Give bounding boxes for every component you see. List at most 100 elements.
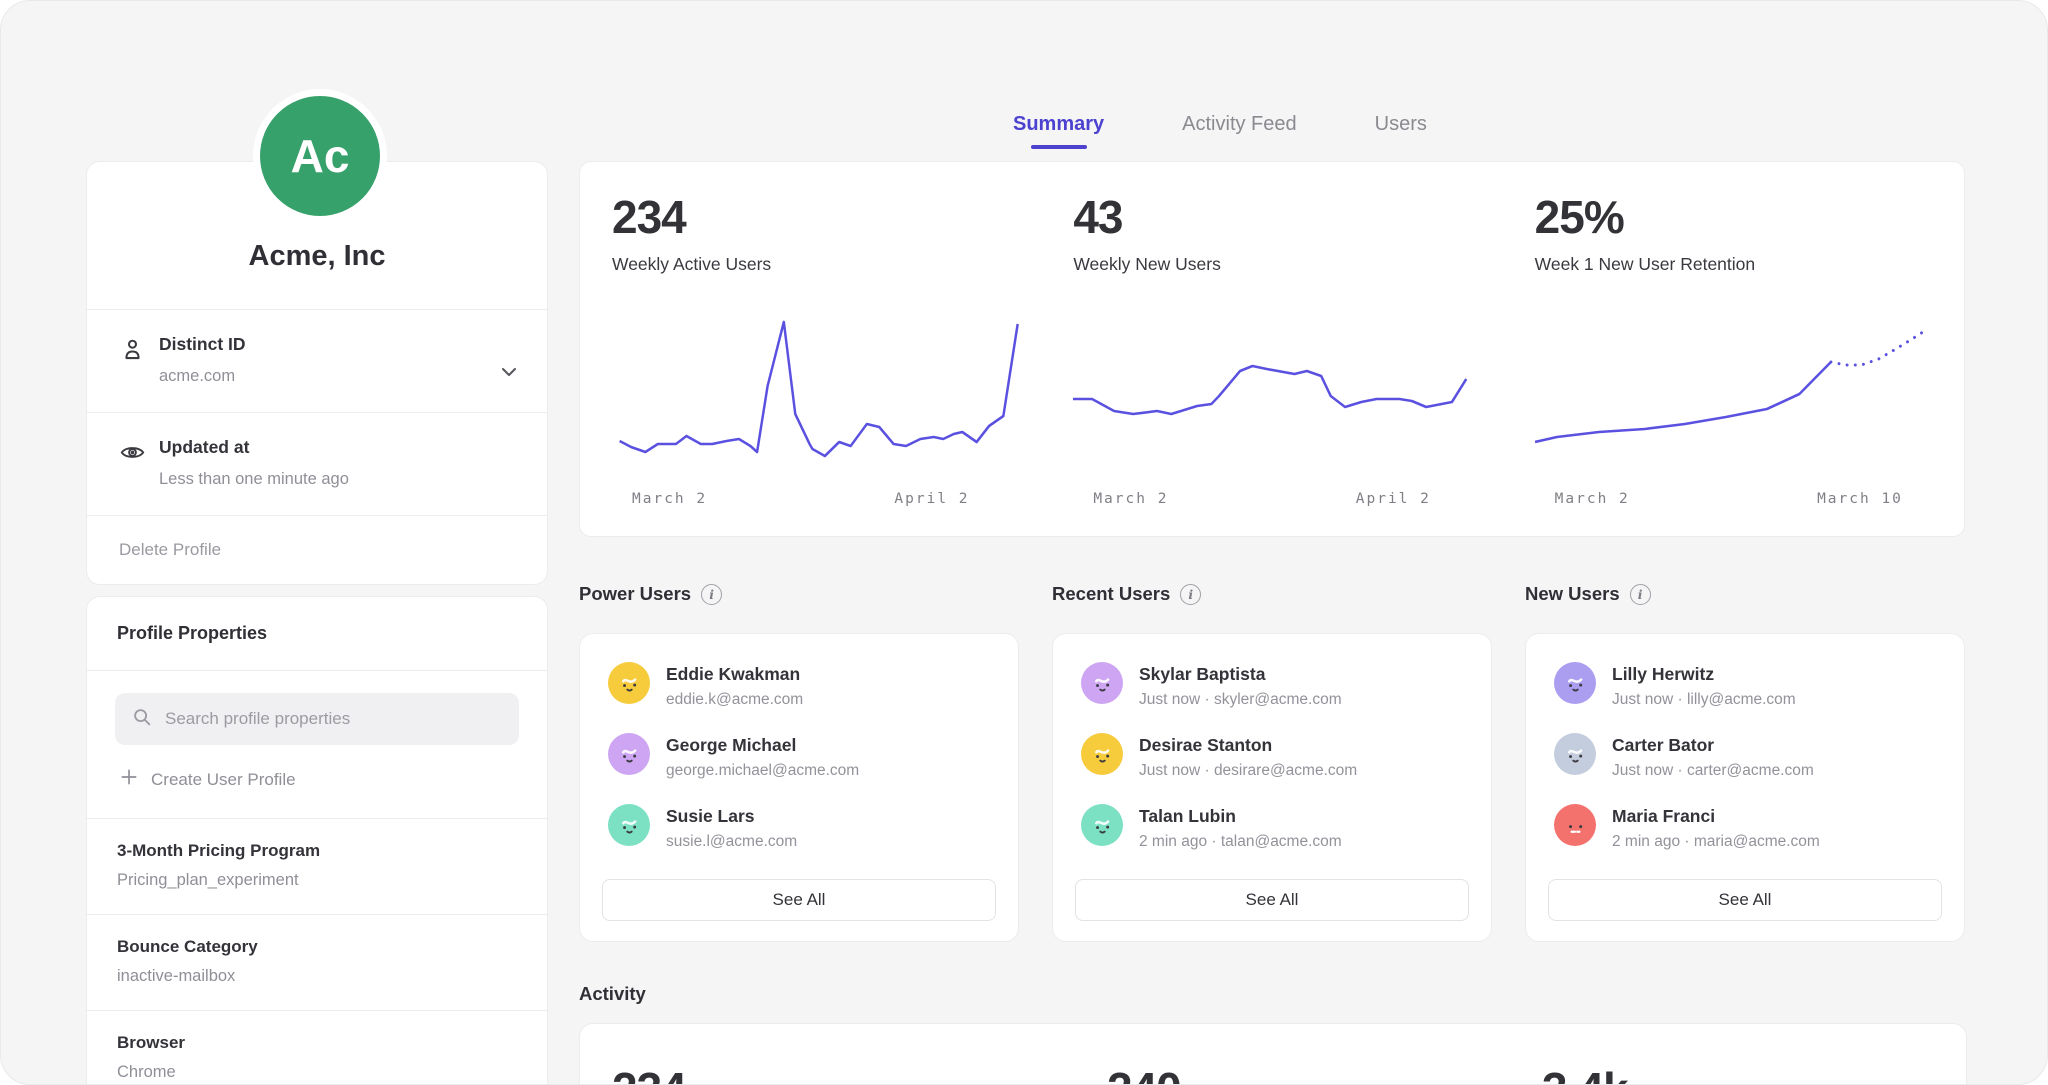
- person-icon: [119, 336, 146, 368]
- info-icon[interactable]: i: [701, 584, 722, 605]
- stat-label: Weekly New Users: [1073, 254, 1488, 275]
- list-item[interactable]: Lilly Herwitz Just now · lilly@acme.com: [1554, 662, 1936, 709]
- new-users-header: New Users i: [1525, 581, 1965, 607]
- recent-users-title: Recent Users: [1052, 583, 1170, 605]
- activity-stat: 234: [612, 1062, 686, 1085]
- stat-value: 43: [1073, 190, 1488, 244]
- activity-title: Activity: [579, 983, 646, 1005]
- new-users-title: New Users: [1525, 583, 1620, 605]
- x-axis: March 2 April 2: [612, 491, 1027, 513]
- list-item[interactable]: Susie Lars susie.l@acme.com: [608, 804, 990, 851]
- profile-properties-card: Profile Properties Create User Profile 3…: [86, 596, 548, 1085]
- avatar: [608, 804, 650, 846]
- create-user-profile-button[interactable]: Create User Profile: [87, 745, 547, 818]
- avatar: [1554, 733, 1596, 775]
- user-name: Desirae Stanton: [1139, 733, 1357, 756]
- x-axis: March 2 March 10: [1535, 491, 1950, 513]
- list-item[interactable]: Talan Lubin 2 min ago · talan@acme.com: [1081, 804, 1463, 851]
- weekly-active-users-chart: [612, 309, 1032, 479]
- field-value: Less than one minute ago: [159, 470, 487, 489]
- stat-week1-retention: 25% Week 1 New User Retention March 2 Ma…: [1503, 162, 1964, 536]
- avatar: [608, 662, 650, 704]
- new-users-card: Lilly Herwitz Just now · lilly@acme.com …: [1525, 633, 1965, 942]
- tab-users[interactable]: Users: [1375, 113, 1427, 149]
- power-users-header: Power Users i: [579, 581, 1019, 607]
- list-item[interactable]: Skylar Baptista Just now · skyler@acme.c…: [1081, 662, 1463, 709]
- search-input[interactable]: [163, 708, 503, 730]
- activity-card: 234 240 3.4k: [579, 1023, 1967, 1085]
- tab-activity-feed[interactable]: Activity Feed: [1182, 113, 1296, 149]
- company-name: Acme, Inc: [87, 240, 547, 309]
- property-label: 3-Month Pricing Program: [117, 841, 517, 861]
- field-distinct-id: Distinct ID acme.com: [87, 310, 547, 412]
- property-row: Bounce Category inactive-mailbox: [87, 915, 547, 1010]
- power-users-title: Power Users: [579, 583, 691, 605]
- chevron-down-icon[interactable]: [497, 360, 521, 389]
- user-subtitle: Just now · skyler@acme.com: [1139, 691, 1342, 709]
- profile-card: Acme, Inc Distinct ID acme.com: [86, 161, 548, 585]
- avatar: [608, 733, 650, 775]
- user-name: Maria Franci: [1612, 804, 1820, 827]
- app-window: Ac Acme, Inc Distinct ID acme.com: [0, 0, 2048, 1085]
- activity-stat: 240: [1107, 1062, 1181, 1085]
- user-name: George Michael: [666, 733, 859, 756]
- list-item[interactable]: Carter Bator Just now · carter@acme.com: [1554, 733, 1936, 780]
- summary-card: 234 Weekly Active Users March 2 April 2 …: [579, 161, 1965, 537]
- x-tick: March 2: [1093, 491, 1168, 507]
- user-lists: Power Users i Eddie Kwakman eddie.k@acme…: [579, 581, 1965, 942]
- stat-weekly-active-users: 234 Weekly Active Users March 2 April 2: [580, 162, 1041, 536]
- info-icon[interactable]: i: [1630, 584, 1651, 605]
- see-all-button[interactable]: See All: [1548, 879, 1942, 921]
- property-value: inactive-mailbox: [117, 967, 517, 986]
- new-users-section: New Users i Lilly Herwitz Just now · lil…: [1525, 581, 1965, 942]
- stat-label: Weekly Active Users: [612, 254, 1027, 275]
- property-label: Browser: [117, 1033, 517, 1053]
- user-subtitle: 2 min ago · maria@acme.com: [1612, 833, 1820, 851]
- x-tick: March 2: [632, 491, 707, 507]
- user-name: Lilly Herwitz: [1612, 662, 1796, 685]
- company-avatar: Ac: [253, 89, 387, 223]
- list-item[interactable]: Eddie Kwakman eddie.k@acme.com: [608, 662, 990, 709]
- property-value: Chrome: [117, 1063, 517, 1082]
- tab-summary[interactable]: Summary: [1013, 113, 1104, 149]
- see-all-button[interactable]: See All: [1075, 879, 1469, 921]
- x-tick: March 2: [1555, 491, 1630, 507]
- avatar: [1554, 662, 1596, 704]
- user-name: Susie Lars: [666, 804, 797, 827]
- recent-users-section: Recent Users i Skylar Baptista Just now …: [1052, 581, 1492, 942]
- user-subtitle: 2 min ago · talan@acme.com: [1139, 833, 1342, 851]
- stat-label: Week 1 New User Retention: [1535, 254, 1950, 275]
- recent-users-card: Skylar Baptista Just now · skyler@acme.c…: [1052, 633, 1492, 942]
- list-item[interactable]: George Michael george.michael@acme.com: [608, 733, 990, 780]
- user-subtitle: eddie.k@acme.com: [666, 691, 803, 709]
- property-row: 3-Month Pricing Program Pricing_plan_exp…: [87, 819, 547, 914]
- x-tick: April 2: [894, 491, 969, 507]
- list-item[interactable]: Maria Franci 2 min ago · maria@acme.com: [1554, 804, 1936, 851]
- user-subtitle: Just now · carter@acme.com: [1612, 762, 1814, 780]
- search-profile-properties[interactable]: [115, 693, 519, 745]
- power-users-section: Power Users i Eddie Kwakman eddie.k@acme…: [579, 581, 1019, 942]
- user-name: Eddie Kwakman: [666, 662, 803, 685]
- x-tick: March 10: [1817, 491, 1903, 507]
- activity-stat: 3.4k: [1542, 1062, 1628, 1085]
- avatar: [1081, 733, 1123, 775]
- user-subtitle: george.michael@acme.com: [666, 762, 859, 780]
- eye-icon: [119, 439, 146, 471]
- see-all-button[interactable]: See All: [602, 879, 996, 921]
- user-name: Skylar Baptista: [1139, 662, 1342, 685]
- recent-users-header: Recent Users i: [1052, 581, 1492, 607]
- avatar: [1081, 662, 1123, 704]
- delete-profile-button[interactable]: Delete Profile: [87, 516, 547, 584]
- property-row: Browser Chrome: [87, 1011, 547, 1085]
- list-item[interactable]: Desirae Stanton Just now · desirare@acme…: [1081, 733, 1463, 780]
- stat-value: 234: [612, 190, 1027, 244]
- avatar: [1554, 804, 1596, 846]
- weekly-new-users-chart: [1073, 309, 1493, 479]
- user-subtitle: Just now · desirare@acme.com: [1139, 762, 1357, 780]
- info-icon[interactable]: i: [1180, 584, 1201, 605]
- x-tick: April 2: [1356, 491, 1431, 507]
- property-label: Bounce Category: [117, 937, 517, 957]
- user-name: Carter Bator: [1612, 733, 1814, 756]
- profile-properties-title: Profile Properties: [87, 597, 547, 670]
- field-updated-at: Updated at Less than one minute ago: [87, 413, 547, 515]
